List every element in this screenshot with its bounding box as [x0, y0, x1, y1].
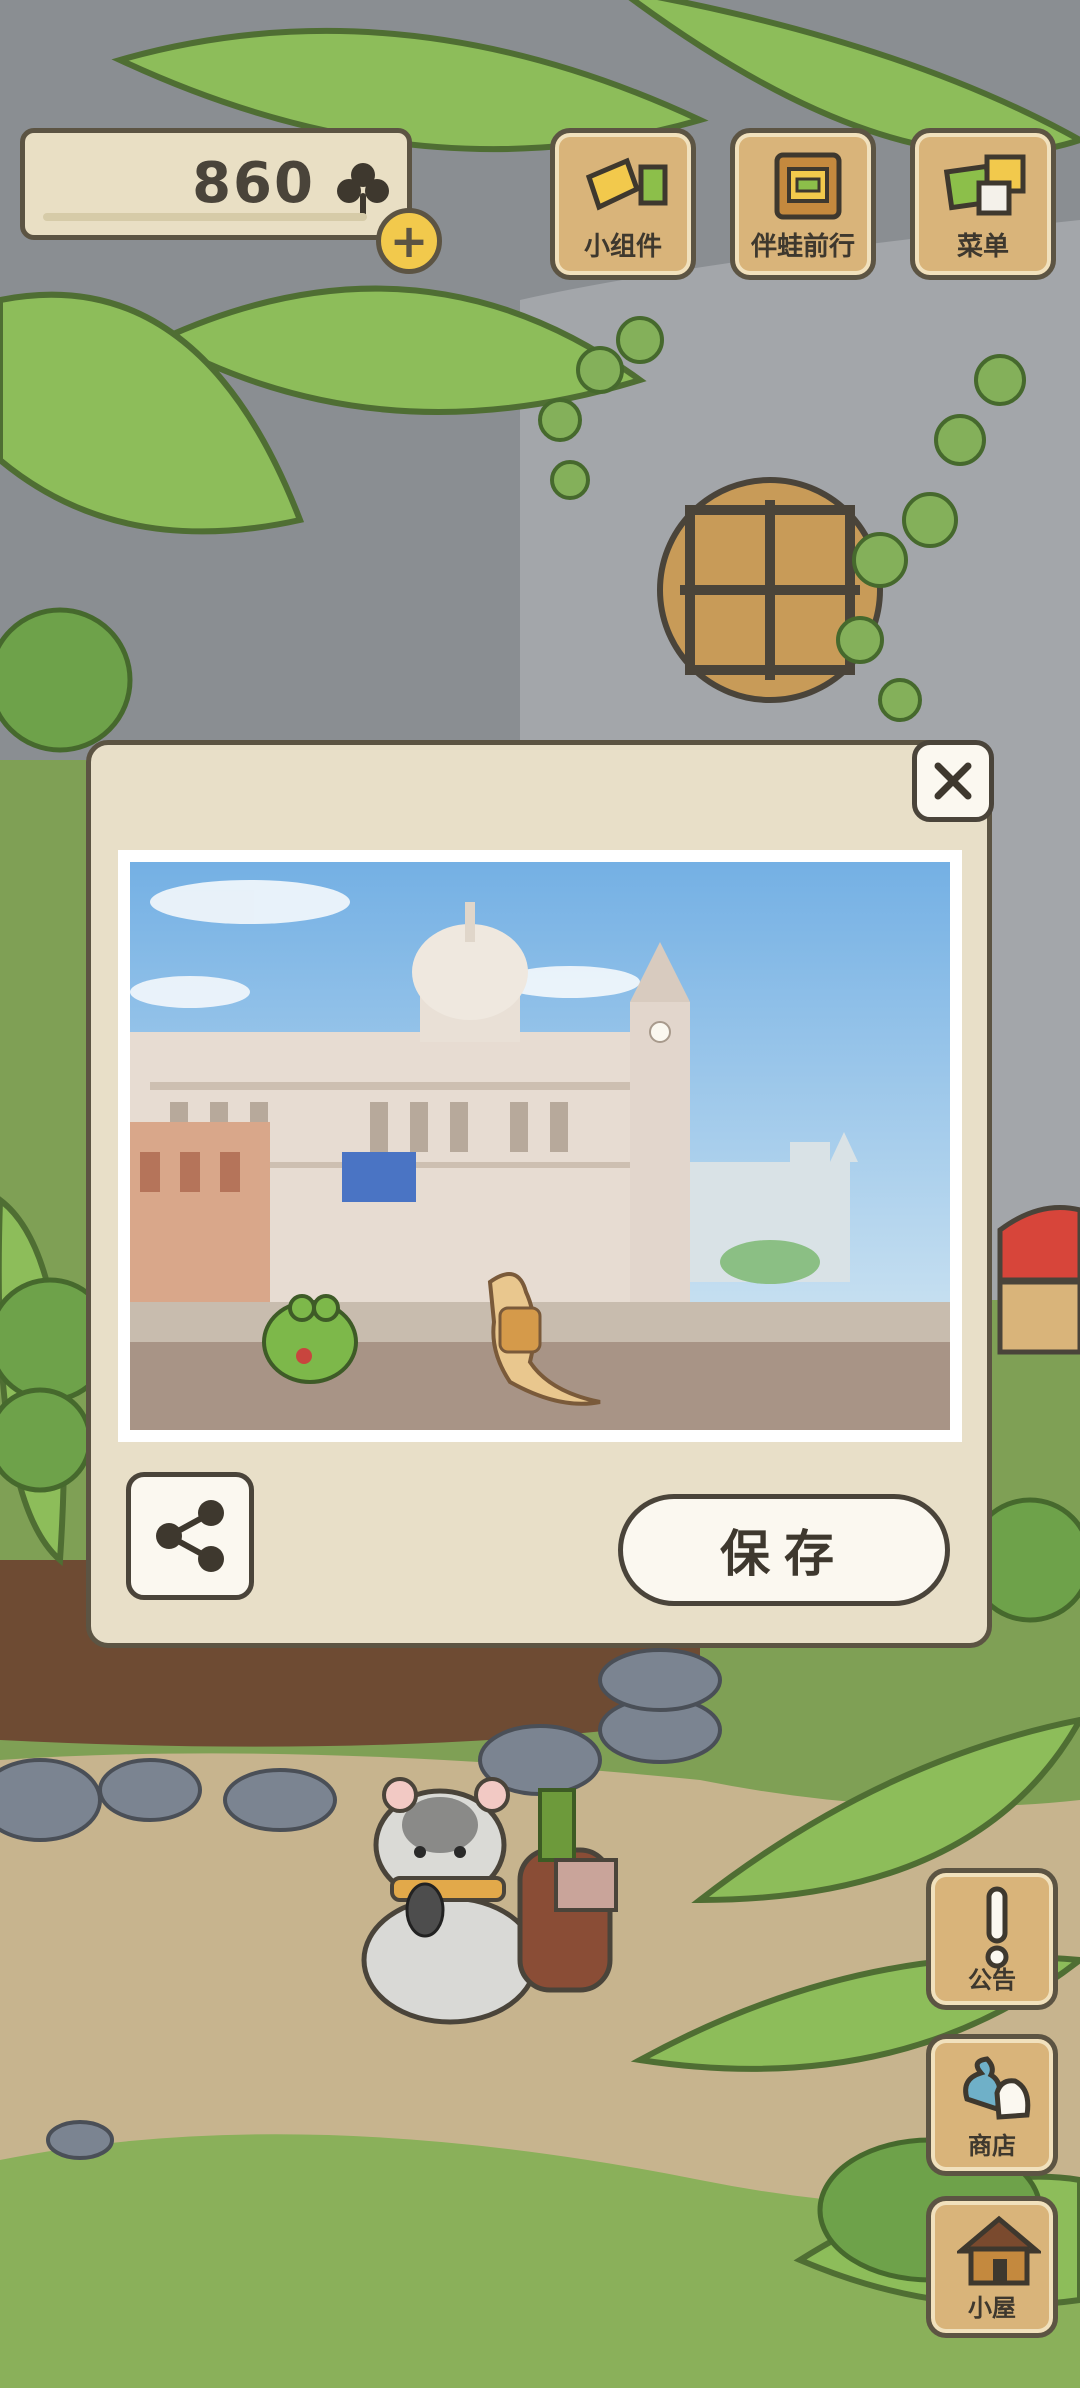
clover-bar	[43, 213, 367, 221]
clover-counter: 860	[20, 128, 412, 240]
close-icon	[934, 762, 972, 800]
menu-cards-icon	[943, 154, 1026, 216]
share-icon	[156, 1500, 224, 1572]
notice-label: 公告	[968, 1966, 1016, 1994]
share-button[interactable]	[126, 1472, 254, 1600]
widget-icon	[585, 157, 668, 211]
widget-label: 小组件	[583, 232, 662, 262]
journal-label: 伴蛙前行	[750, 232, 855, 262]
house-button[interactable]: 小屋	[926, 2196, 1058, 2338]
add-clover-button[interactable]: +	[376, 208, 442, 274]
journal-icon	[774, 152, 842, 220]
notice-button[interactable]: 公告	[926, 1868, 1058, 2010]
shop-button[interactable]: 商店	[926, 2034, 1058, 2176]
postcard-photo	[130, 862, 950, 1430]
menu-button[interactable]: 菜单	[910, 128, 1056, 280]
menu-label: 菜单	[956, 232, 1009, 262]
house-label: 小屋	[968, 2294, 1016, 2322]
journal-button[interactable]: 伴蛙前行	[730, 128, 876, 280]
clover-count: 860	[192, 151, 315, 216]
widget-button[interactable]: 小组件	[550, 128, 696, 280]
close-button[interactable]	[912, 740, 994, 822]
save-button[interactable]: 保存	[618, 1494, 950, 1606]
shop-label: 商店	[968, 2132, 1016, 2160]
photo-frame	[118, 850, 962, 1442]
